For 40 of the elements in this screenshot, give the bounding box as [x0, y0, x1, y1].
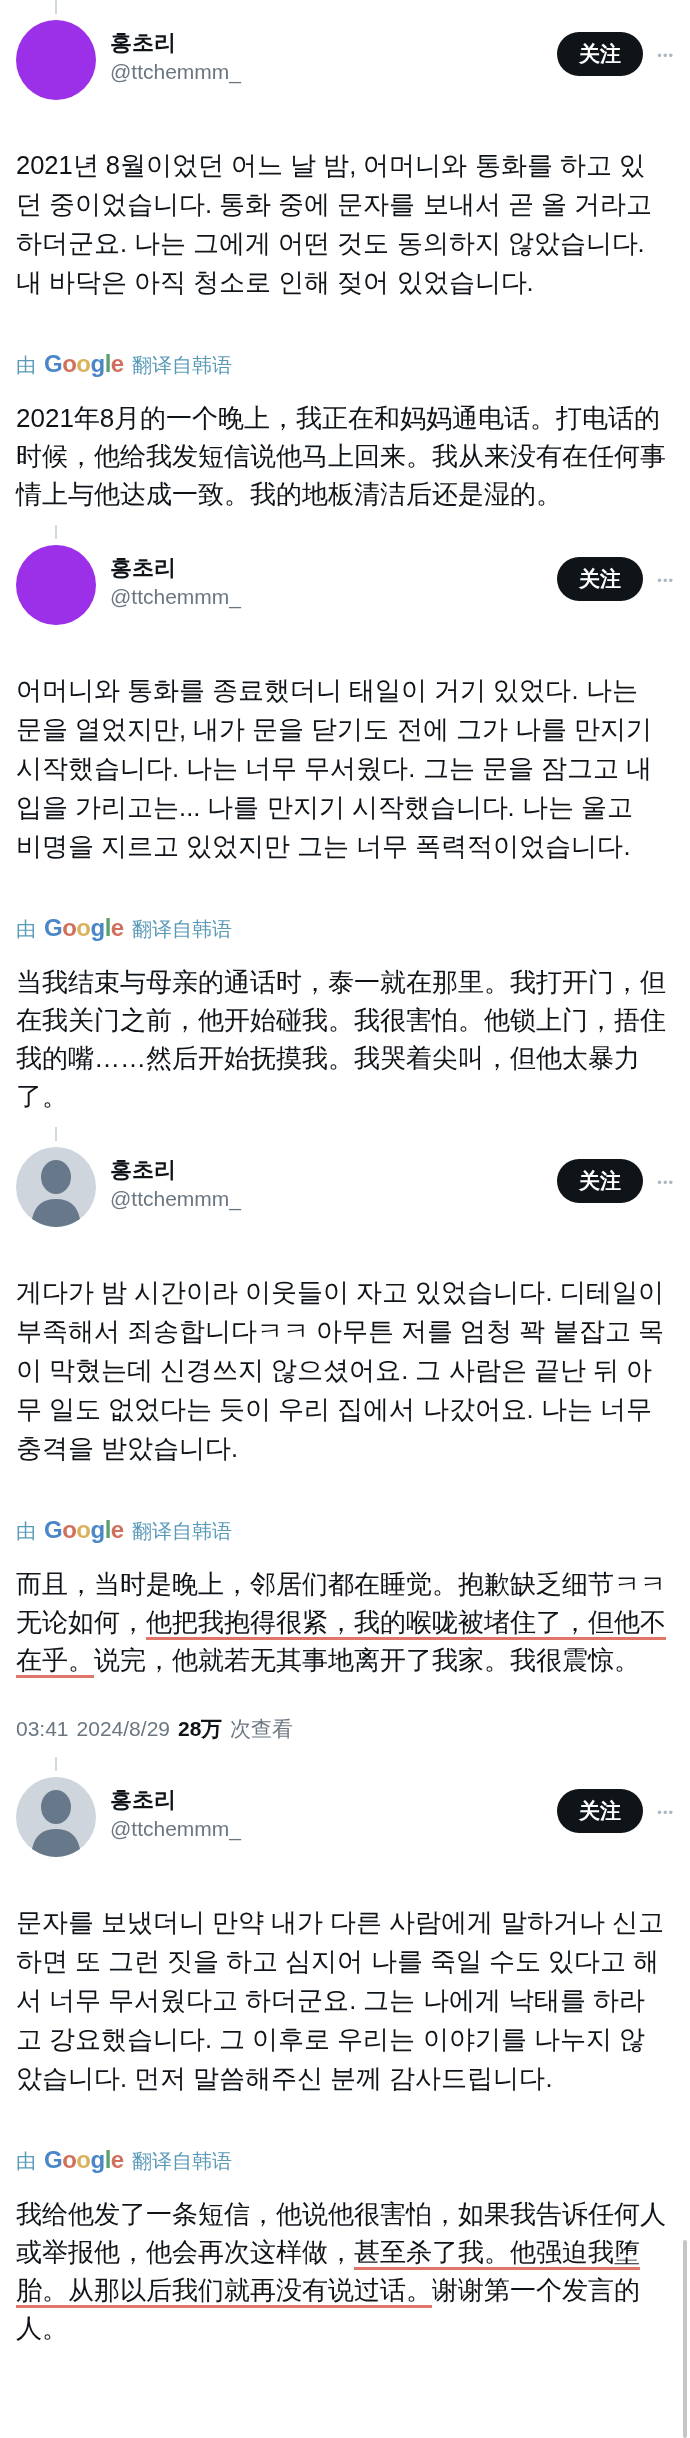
follow-button[interactable]: 关注: [557, 32, 644, 76]
user-handle[interactable]: @ttchemmm_: [110, 1187, 544, 1211]
post-date: 2024/8/29: [76, 1717, 170, 1741]
view-count: 28万: [178, 1716, 223, 1742]
google-logo: Google: [44, 2146, 124, 2174]
user-name[interactable]: 홍초리: [110, 553, 544, 583]
translated-from-label[interactable]: 翻译自韩语: [131, 352, 232, 379]
follow-button[interactable]: 关注: [557, 1159, 644, 1203]
translated-by-label: 由: [16, 1519, 36, 1544]
avatar[interactable]: [16, 20, 96, 100]
avatar[interactable]: [16, 545, 96, 625]
translated-text: 而且，当时是晚上，邻居们都在睡觉。抱歉缺乏细节ㅋㅋ无论如何，他把我抱得很紧，我的喉咙被堵住了，但他不在乎。说完，他就若无其事地离开了我家。我很震惊。: [16, 1568, 667, 1677]
user-handle[interactable]: @ttchemmm_: [110, 585, 544, 609]
follow-button[interactable]: 关注: [557, 557, 644, 601]
user-handle[interactable]: @ttchemmm_: [110, 60, 544, 84]
user-name[interactable]: 홍초리: [110, 28, 544, 58]
user-name[interactable]: 홍초리: [110, 1155, 544, 1185]
translated-by-label: 由: [16, 917, 36, 942]
avatar-icon[interactable]: [16, 1777, 96, 1857]
post-text: 2021년 8월이었던 어느 날 밤, 어머니와 통화를 하고 있던 중이었습니다. 통화 중에 문자를 보내서 곧 올 거라고 하더군요. 나는 그에게 어떤 것도 동의하지 않았습니다. 내 바닥은 아직 청소로 인해 젖어 있었습니다.: [16, 150, 653, 298]
translated-from-label[interactable]: 翻译自韩语: [131, 916, 232, 943]
google-logo: Google: [44, 914, 124, 942]
translated-text: 2021年8月的一个晚上，我正在和妈妈通电话。打电话的时候，他给我发短信说他马上回来。我从来没有在任何事情上与他达成一致。我的地板清洁后还是湿的。: [16, 402, 667, 511]
views-label: 次查看: [230, 1716, 294, 1742]
translated-by-label: 由: [16, 2149, 36, 2174]
google-logo: Google: [44, 1516, 124, 1544]
translated-from-label[interactable]: 翻译自韩语: [131, 1518, 232, 1545]
avatar-icon[interactable]: [16, 1147, 96, 1227]
post-text: 어머니와 통화를 종료했더니 태일이 거기 있었다. 나는 문을 열었지만, 내가 문을 닫기도 전에 그가 나를 만지기 시작했습니다. 나는 너무 무서웠다. 그는 문을 잠그고 내 입을 가리고는... 나를 만지기 시작했습니다. 나는 울고 비명을 지르고 있었지만 그는 너무 폭력적이었습니다.: [16, 675, 653, 862]
post-text: 게다가 밤 시간이라 이웃들이 자고 있었습니다. 디테일이 부족해서 죄송합니다ㅋㅋ 아무튼 저를 엄청 꽉 붙잡고 목이 막혔는데 신경쓰지 않으셨어요. 그 사람은 끝난 뒤 아무 일도 없었다는 듯이 우리 집에서 나갔어요. 나는 너무 충격을 받았습니다.: [16, 1277, 665, 1464]
user-handle[interactable]: @ttchemmm_: [110, 1817, 544, 1841]
translated-text: 我给他发了一条短信，他说他很害怕，如果我告诉任何人或举报他，他会再次这样做，甚至杀了我。他强迫我堕胎。从那以后我们就再没有说过话。谢谢第一个发言的人。: [16, 2198, 667, 2345]
user-name[interactable]: 홍초리: [110, 1785, 544, 1815]
translated-from-label[interactable]: 翻译自韩语: [131, 2148, 232, 2175]
post-text: 문자를 보냈더니 만약 내가 다른 사람에게 말하거나 신고하면 또 그런 짓을 하고 심지어 나를 죽일 수도 있다고 해서 너무 무서웠다고 하더군요. 그는 나에게 낙태를 하라고 강요했습니다. 그 이후로 우리는 이야기를 나누지 않았습니다. 먼저 말씀해주신 분께 감사드립니다.: [16, 1907, 665, 2094]
follow-button[interactable]: 关注: [557, 1789, 644, 1833]
google-logo: Google: [44, 350, 124, 378]
translated-by-label: 由: [16, 353, 36, 378]
translated-text: 当我结束与母亲的通话时，泰一就在那里。我打开门，但在我关门之前，他开始碰我。我很害怕。他锁上门，捂住我的嘴……然后开始抚摸我。我哭着尖叫，但他太暴力了。: [16, 966, 667, 1113]
post-time: 03:41: [16, 1717, 69, 1741]
